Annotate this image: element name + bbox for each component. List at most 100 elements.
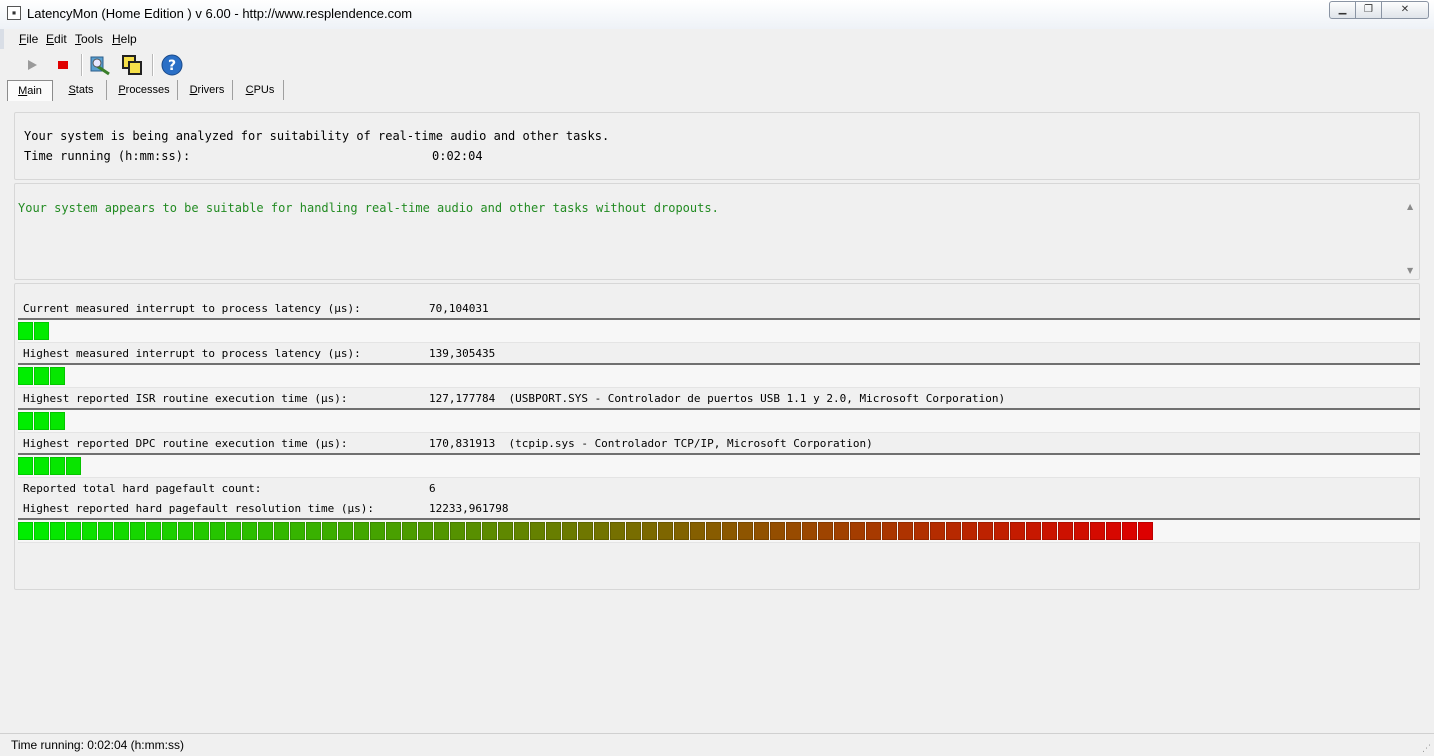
tab-drivers[interactable]: Drivers [182,80,233,100]
meter-segment [98,522,113,540]
menu-edit[interactable]: Edit [46,32,67,46]
tab-strip: Main Stats Processes Drivers CPUs [7,80,1427,101]
meter-segment [498,522,513,540]
meter-segment [194,522,209,540]
meter-segment [50,522,65,540]
status-bar: Time running: 0:02:04 (h:mm:ss) ⋰ [0,733,1434,756]
meter-segment [834,522,849,540]
meter-segment [466,522,481,540]
meter-segment [754,522,769,540]
meter-segment [34,457,49,475]
meter-segment [162,522,177,540]
meter-segment [722,522,737,540]
meter-segment [354,522,369,540]
tab-processes[interactable]: Processes [111,80,178,100]
meter-segment [1122,522,1137,540]
menu-file[interactable]: File [19,32,38,46]
tab-main[interactable]: Main [7,80,53,101]
meter-segment [210,522,225,540]
meter-segment [898,522,913,540]
meter-segment [818,522,833,540]
highest-latency-meter [18,363,1420,388]
meter-segment [370,522,385,540]
pagefault-time-label: Highest reported hard pagefault resoluti… [23,502,374,515]
help-icon: ? [161,54,183,76]
meter-segment [34,522,49,540]
resize-grip-icon[interactable]: ⋰ [1422,744,1431,754]
meter-segment [434,522,449,540]
window-title: LatencyMon (Home Edition ) v 6.00 - http… [27,6,413,21]
highest-latency-value: 139,305435 [429,347,496,360]
menu-tools[interactable]: Tools [75,32,103,46]
dpc-label: Highest reported DPC routine execution t… [23,437,348,450]
verdict-panel: Your system appears to be suitable for h… [14,183,1420,280]
meter-segment [914,522,929,540]
meter-segment [962,522,977,540]
metrics-panel: Current measured interrupt to process la… [14,283,1420,590]
meter-segment [322,522,337,540]
windows-button[interactable] [120,53,144,77]
meter-segment [1010,522,1025,540]
current-latency-meter [18,318,1420,343]
meter-segment [450,522,465,540]
toolbar-separator [81,54,83,76]
meter-segment [578,522,593,540]
menu-help[interactable]: Help [112,32,137,46]
meter-segment [786,522,801,540]
toolbar: ? [0,50,1434,80]
meter-segment [50,457,65,475]
meter-segment [514,522,529,540]
play-button[interactable] [20,53,44,77]
dpc-meter [18,453,1420,478]
meter-segment [114,522,129,540]
meter-segment [546,522,561,540]
windows-icon [122,55,142,75]
close-button[interactable]: ✕ [1381,1,1429,19]
meter-segment [738,522,753,540]
scroll-down-icon[interactable]: ▼ [1407,266,1413,275]
meter-segment [18,412,33,430]
meter-segment [66,457,81,475]
meter-segment [18,457,33,475]
meter-segment [706,522,721,540]
meter-segment [1026,522,1041,540]
tab-cpus[interactable]: CPUs [237,80,284,100]
stop-icon [58,61,68,69]
pagefault-count-label: Reported total hard pagefault count: [23,482,262,495]
meter-segment [242,522,257,540]
play-icon [28,60,37,70]
stop-button[interactable] [51,53,75,77]
meter-segment [978,522,993,540]
meter-segment [66,522,81,540]
meter-segment [674,522,689,540]
meter-segment [1138,522,1153,540]
meter-segment [258,522,273,540]
pagefault-count-value: 6 [429,482,436,495]
summary-panel: Your system is being analyzed for suitab… [14,112,1420,180]
meter-segment [658,522,673,540]
verdict-scrollbar[interactable]: ▲ ▼ [1405,184,1419,279]
tab-stats[interactable]: Stats [56,80,107,100]
current-latency-label: Current measured interrupt to process la… [23,302,361,315]
help-button[interactable]: ? [160,53,184,77]
meter-segment [770,522,785,540]
meter-segment [50,367,65,385]
meter-segment [130,522,145,540]
meter-segment [18,367,33,385]
meter-segment [34,322,49,340]
scroll-up-icon[interactable]: ▲ [1407,202,1413,211]
minimize-button[interactable]: ▁ [1329,1,1356,19]
meter-segment [274,522,289,540]
meter-segment [1042,522,1057,540]
isr-value: 127,177784 (USBPORT.SYS - Controlador de… [429,392,1006,405]
verdict-text: Your system appears to be suitable for h… [18,201,719,215]
meter-segment [146,522,161,540]
meter-segment [18,522,33,540]
tool-button[interactable] [88,53,112,77]
meter-segment [930,522,945,540]
menu-bar: File Edit Tools Help [0,29,1434,49]
maximize-button[interactable]: ❐ [1355,1,1382,19]
meter-segment [418,522,433,540]
meter-segment [34,412,49,430]
status-text: Time running: 0:02:04 (h:mm:ss) [11,738,184,752]
